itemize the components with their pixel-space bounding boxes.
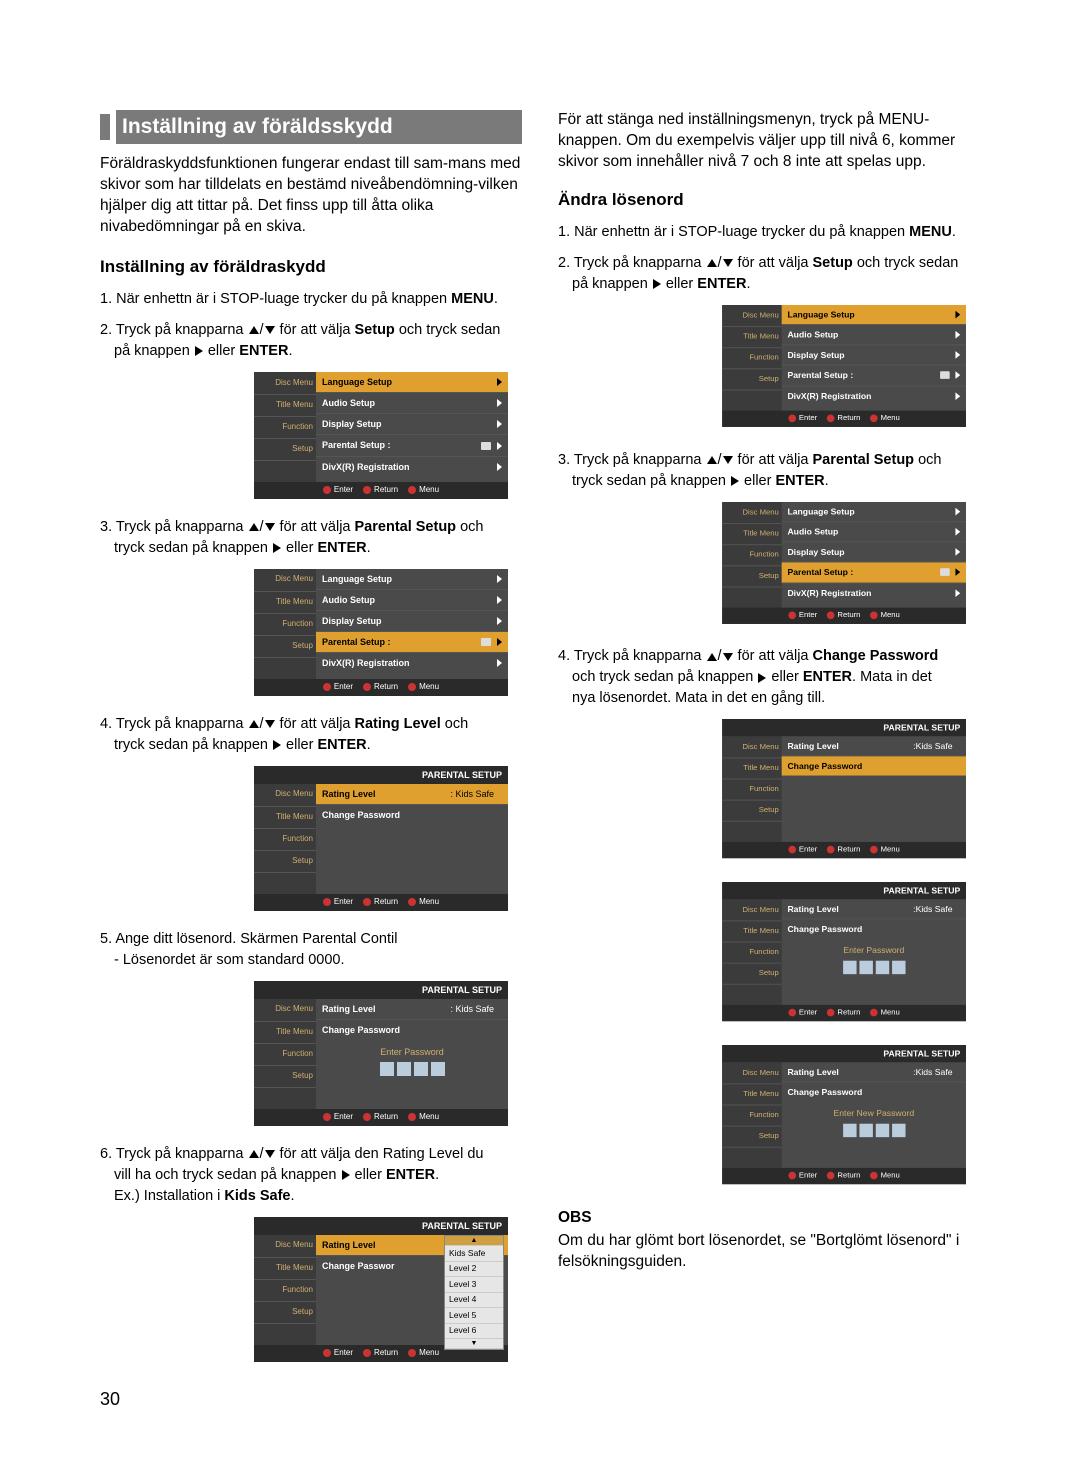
osd-right-enter-new-pw: PARENTAL SETUP Disc Menu Title Menu Func… bbox=[722, 1045, 966, 1184]
left-step-1: 1. När enhettn är i STOP-luage trycker d… bbox=[100, 289, 522, 310]
right-step-1: 1. När enhettn är i STOP-luage trycker d… bbox=[558, 222, 980, 243]
left-step-5: 5. Ange ditt lösenord. Skärmen Parental … bbox=[100, 929, 522, 971]
left-step-4: 4. Tryck på knapparna / för att välja Ra… bbox=[100, 714, 522, 756]
subheading-right: Ändra lösenord bbox=[558, 189, 980, 212]
right-top-text: För att stänga ned inställningsmenyn, tr… bbox=[558, 110, 980, 173]
osd-setup-menu-1: Disc Menu Title Menu Function Setup Lang… bbox=[254, 372, 508, 499]
osd-rating-dropdown: PARENTAL SETUP Disc Menu Title Menu Func… bbox=[254, 1217, 508, 1362]
right-step-4: 4. Tryck på knapparna / för att välja Ch… bbox=[558, 646, 980, 709]
osd-right-enter-pw: PARENTAL SETUP Disc Menu Title Menu Func… bbox=[722, 882, 966, 1021]
right-icon bbox=[195, 346, 203, 356]
osd-enter-password: PARENTAL SETUP Disc Menu Title Menu Func… bbox=[254, 981, 508, 1126]
note-heading: OBS bbox=[558, 1208, 980, 1229]
subheading-left: Inställning av föräldraskydd bbox=[100, 256, 522, 279]
lock-icon bbox=[481, 638, 491, 646]
right-column: För att stänga ned inställningsmenyn, tr… bbox=[558, 110, 980, 1380]
osd-right-1: Disc Menu Title Menu Function Setup Lang… bbox=[722, 305, 966, 427]
left-step-3: 3. Tryck på knapparna / för att välja Pa… bbox=[100, 517, 522, 559]
osd-setup-menu-2: Disc Menu Title Menu Function Setup Lang… bbox=[254, 569, 508, 696]
page-number: 30 bbox=[100, 1387, 120, 1411]
right-step-3: 3. Tryck på knapparna / för att välja Pa… bbox=[558, 450, 980, 492]
lock-icon bbox=[481, 442, 491, 450]
osd-parental-rating: PARENTAL SETUP Disc Menu Title Menu Func… bbox=[254, 766, 508, 911]
left-step-6: 6. Tryck på knapparna / för att välja de… bbox=[100, 1144, 522, 1207]
left-column: Inställning av föräldsskydd Föräldraskyd… bbox=[100, 110, 522, 1380]
note-text: Om du har glömt bort lösenordet, se "Bor… bbox=[558, 1231, 980, 1273]
intro-text: Föräldraskyddsfunktionen fungerar endast… bbox=[100, 154, 522, 238]
main-heading: Inställning av föräldsskydd bbox=[100, 110, 522, 144]
osd-right-2: Disc Menu Title Menu Function Setup Lang… bbox=[722, 502, 966, 624]
left-step-2: 2. Tryck på knapparna / för att välja Se… bbox=[100, 320, 522, 362]
osd-right-change-pw: PARENTAL SETUP Disc Menu Title Menu Func… bbox=[722, 719, 966, 858]
right-step-2: 2. Tryck på knapparna / för att välja Se… bbox=[558, 253, 980, 295]
heading-text: Inställning av föräldsskydd bbox=[116, 110, 522, 144]
rating-dropdown-list: ▲ Kids Safe Level 2 Level 3 Level 4 Leve… bbox=[444, 1235, 504, 1351]
up-icon bbox=[249, 326, 259, 334]
down-icon bbox=[265, 326, 275, 334]
